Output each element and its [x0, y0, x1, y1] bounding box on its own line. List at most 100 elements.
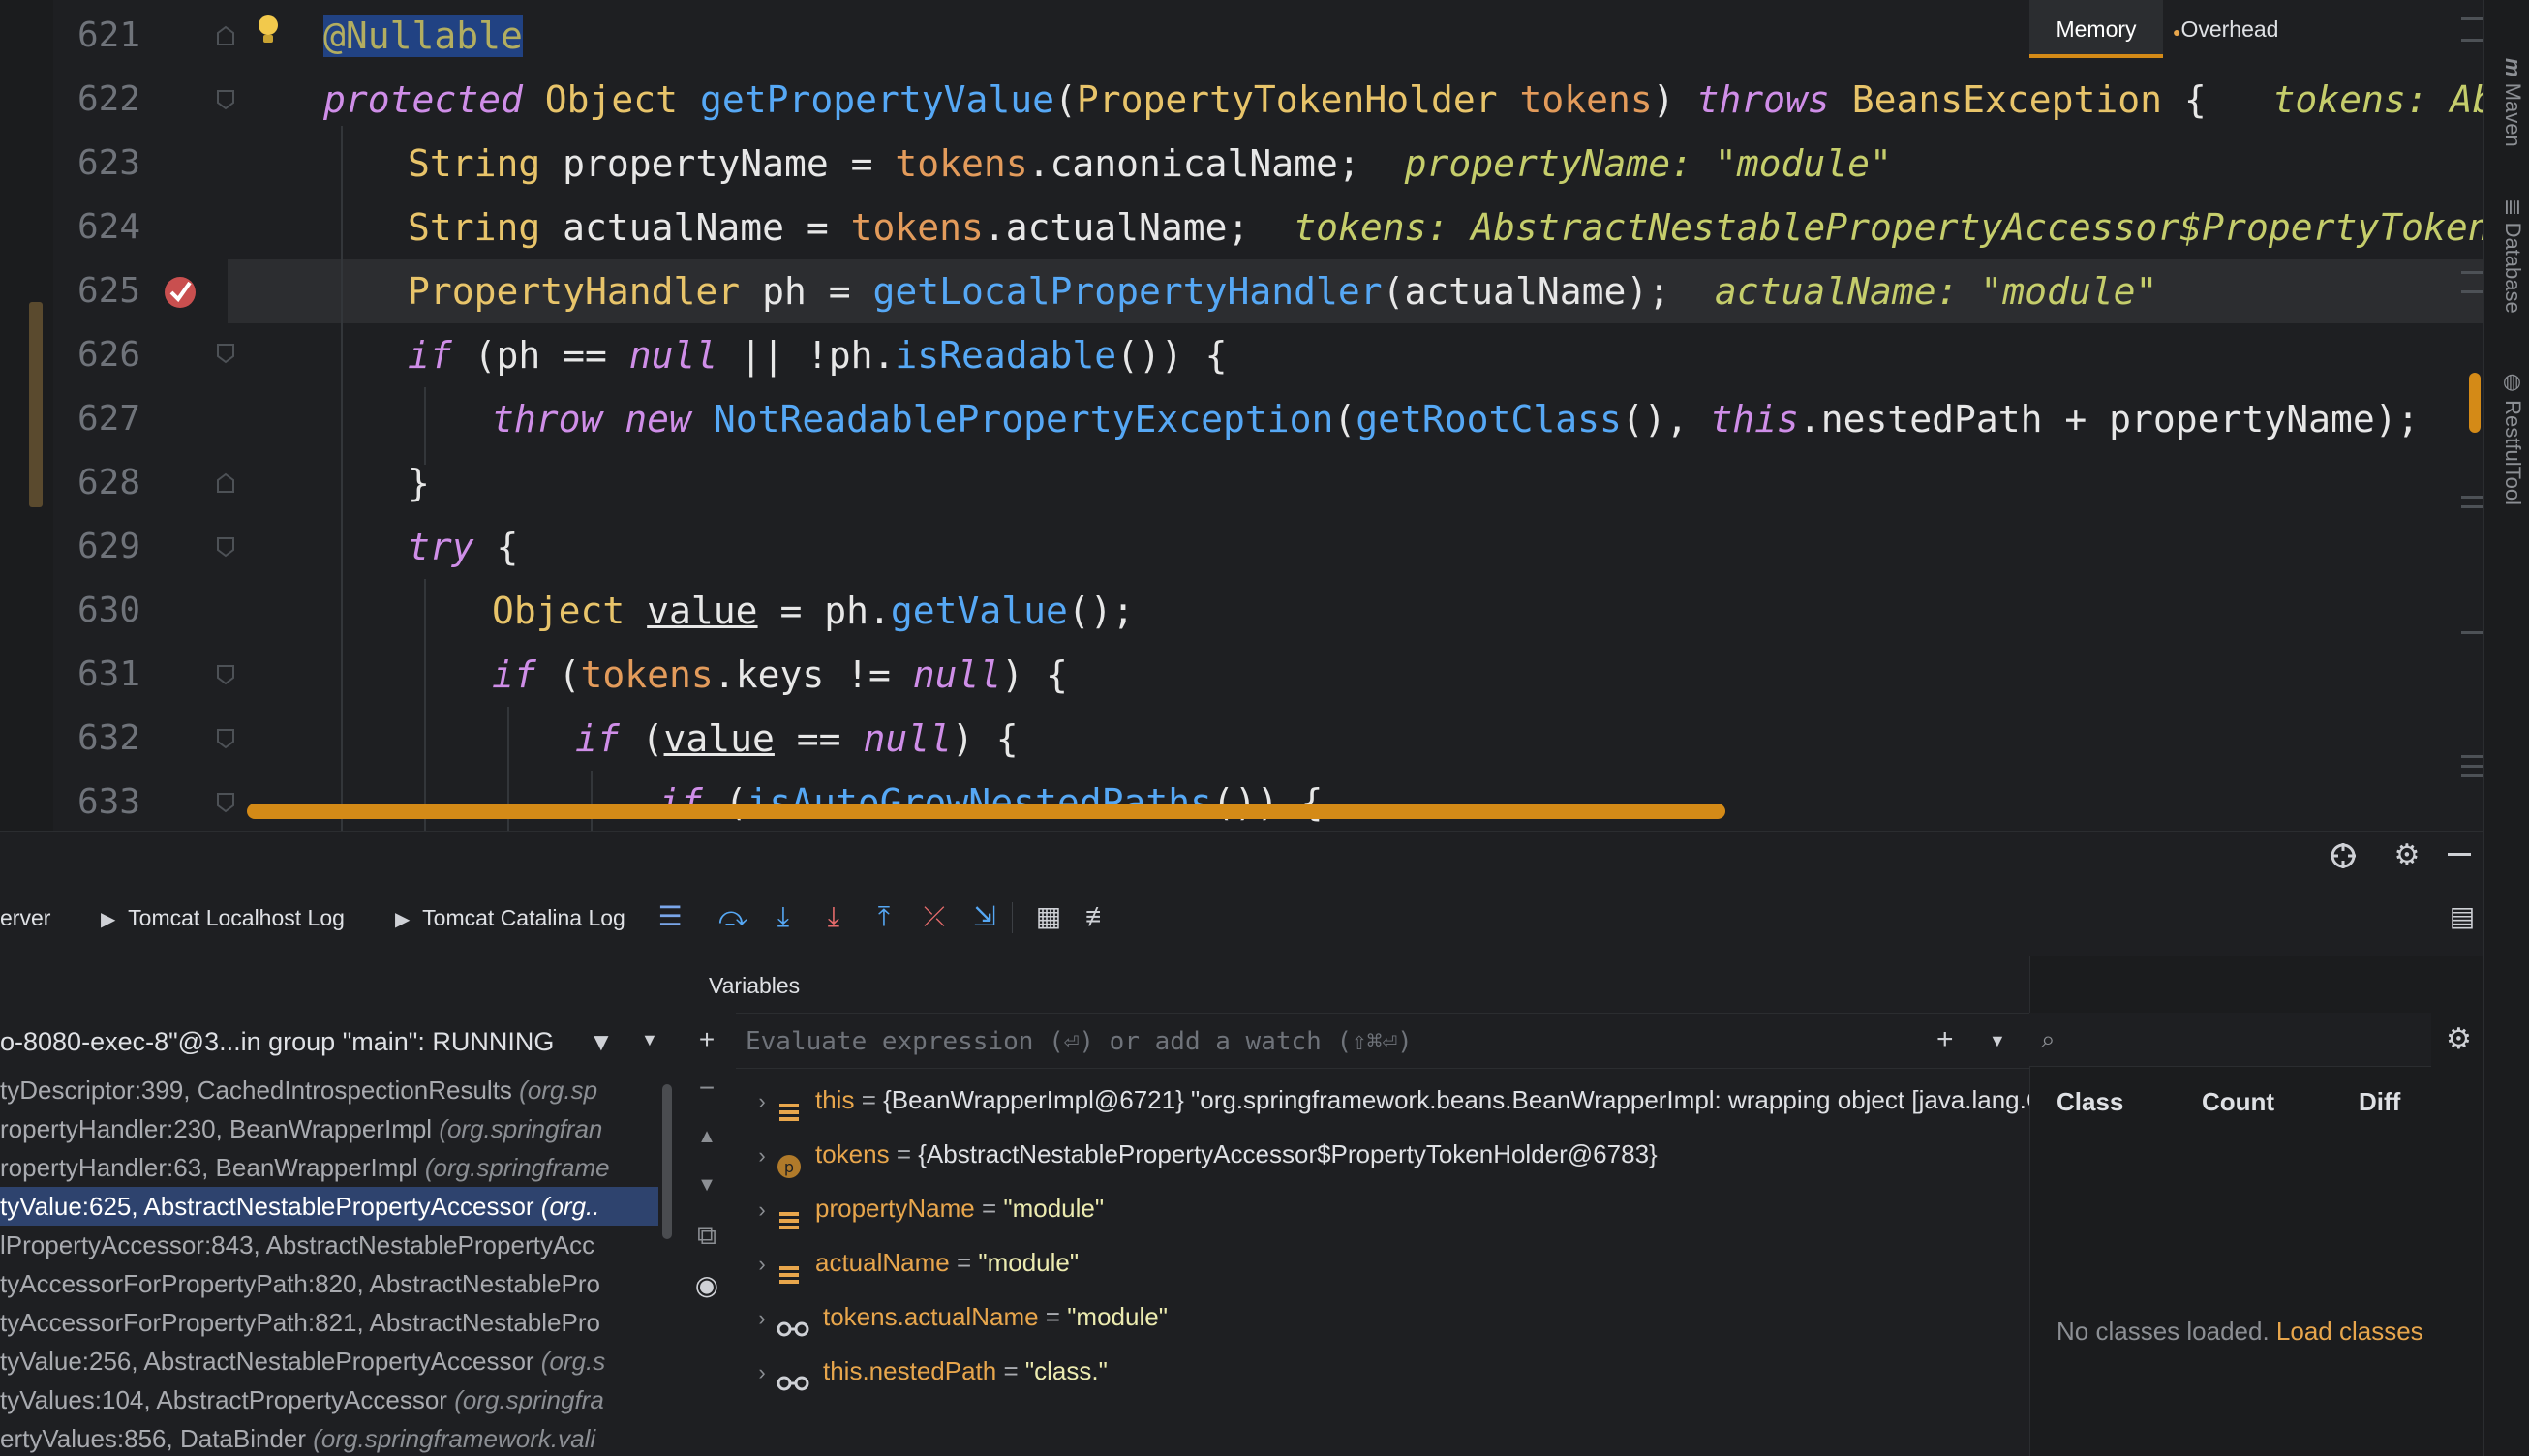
variable-value: {BeanWrapperImpl@6721} "org.springframew…	[883, 1085, 2029, 1114]
trace-stream-icon[interactable]: ≢	[1082, 900, 1115, 933]
tool-window-maven[interactable]: m Maven	[2488, 58, 2525, 165]
scroll-thumb[interactable]	[2469, 373, 2481, 433]
copy-icon[interactable]: ⧉	[689, 1218, 724, 1253]
tool-window-restfultool[interactable]: ◍ RestfulTool	[2488, 370, 2525, 515]
frames-scrollbar[interactable]	[662, 1084, 672, 1239]
lightbulb-icon[interactable]	[256, 14, 281, 46]
chevron-down-icon[interactable]: ▼	[641, 1030, 664, 1053]
force-step-into-icon[interactable]: ⤓	[817, 900, 850, 933]
keyword: null	[863, 717, 952, 760]
code-line-622[interactable]: protected Object getPropertyValue(Proper…	[323, 68, 2529, 132]
expand-arrow-icon[interactable]: ›	[747, 1129, 777, 1181]
chevron-down-icon[interactable]: ▼	[1989, 1031, 2010, 1052]
line-number: 621	[77, 15, 141, 55]
gear-icon[interactable]: ⚙	[2392, 840, 2422, 871]
move-down-icon[interactable]: ▼	[689, 1168, 724, 1202]
horizontal-scrollbar[interactable]	[247, 804, 1725, 819]
variable-row[interactable]: › this.nestedPath = "class."	[736, 1344, 2029, 1398]
code-line-632[interactable]: if (value == null) {	[575, 707, 1019, 771]
code-line-628[interactable]: }	[408, 451, 430, 515]
column-count[interactable]: Count	[2202, 1075, 2274, 1129]
add-watch-icon[interactable]: +	[1936, 1025, 1965, 1054]
tab-memory[interactable]: Memory	[2029, 0, 2163, 58]
evaluate-expression-input[interactable]: Evaluate expression (⏎) or add a watch (…	[736, 1013, 2029, 1069]
tool-window-database[interactable]: ≣ Database	[2488, 198, 2525, 339]
tab-tomcat-localhost-log[interactable]: ▶ Tomcat Localhost Log	[101, 879, 345, 956]
variable-row[interactable]: › actualName = "module"	[736, 1235, 2029, 1289]
fold-icon[interactable]	[215, 89, 236, 110]
step-out-icon[interactable]: ⤒	[868, 900, 900, 933]
stack-frame[interactable]: tyValues:104, AbstractPropertyAccessor (…	[0, 1380, 658, 1419]
evaluate-expression-icon[interactable]: ▦	[1032, 900, 1065, 933]
move-up-icon[interactable]: ▲	[689, 1119, 724, 1154]
fold-icon[interactable]	[215, 536, 236, 558]
minimize-icon[interactable]	[2448, 853, 2471, 856]
code-line-631[interactable]: if (tokens.keys != null) {	[492, 643, 1068, 707]
crosshair-icon[interactable]	[2329, 841, 2358, 870]
fold-end-icon[interactable]	[215, 25, 236, 46]
add-icon[interactable]: +	[689, 1022, 724, 1057]
fold-icon[interactable]	[215, 792, 236, 813]
stack-frame[interactable]: lPropertyAccessor:843, AbstractNestableP…	[0, 1226, 658, 1264]
code-line-623[interactable]: String propertyName = tokens.canonicalNa…	[408, 132, 1892, 196]
variable-row[interactable]: › p tokens = {AbstractNestablePropertyAcce…	[736, 1127, 2029, 1181]
code-line-626[interactable]: if (ph == null || !ph.isReadable()) {	[408, 323, 1228, 387]
code-text: = ph.	[757, 590, 891, 632]
code-line-633[interactable]: if (isAutoGrowNestedPaths()) {	[658, 771, 1323, 831]
code-line-630[interactable]: Object value = ph.getValue();	[492, 579, 1135, 643]
code-line-627[interactable]: throw new NotReadablePropertyException(g…	[492, 387, 2419, 451]
column-class[interactable]: Class	[2057, 1075, 2123, 1129]
thread-selector[interactable]: o-8080-exec-8"@3...in group "main": RUNN…	[0, 1013, 554, 1071]
expand-arrow-icon[interactable]: ›	[747, 1237, 777, 1289]
filter-icon[interactable]: ▼	[589, 1028, 616, 1055]
stack-frame[interactable]: ropertyHandler:230, BeanWrapperImpl (org…	[0, 1109, 658, 1148]
run-to-cursor-icon[interactable]: ⇲	[968, 900, 1001, 933]
step-into-icon[interactable]: ⤓	[767, 900, 800, 933]
load-classes-link[interactable]: Load classes	[2276, 1317, 2423, 1346]
stack-frame[interactable]: tyValue:256, AbstractNestablePropertyAcc…	[0, 1342, 658, 1380]
variable-row[interactable]: › tokens.actualName = "module"	[736, 1289, 2029, 1344]
stack-frame[interactable]: ropertyHandler:63, BeanWrapperImpl (org.…	[0, 1148, 658, 1187]
step-over-icon[interactable]: ⤼	[716, 900, 749, 933]
expand-arrow-icon[interactable]: ›	[747, 1291, 777, 1344]
code-line-629[interactable]: try {	[408, 515, 518, 579]
indent-guide	[591, 771, 593, 831]
breakpoint-icon[interactable]	[163, 275, 198, 310]
tab-overhead[interactable]: ●Overhead	[2173, 0, 2278, 58]
stack-frame-selected[interactable]: tyValue:625, AbstractNestablePropertyAcc…	[0, 1187, 658, 1226]
variable-row[interactable]: › this = {BeanWrapperImpl@6721} "org.spri…	[736, 1073, 2029, 1127]
layout-icon[interactable]: ▤	[2446, 900, 2479, 933]
keyword: null	[912, 653, 1002, 696]
tab-tomcat-catalina-log[interactable]: ▶ Tomcat Catalina Log	[395, 879, 625, 956]
variable-value: {AbstractNestablePropertyAccessor$Proper…	[918, 1139, 1658, 1168]
eye-icon[interactable]: ◉	[689, 1268, 724, 1303]
show-execution-point-icon[interactable]: ☰	[654, 900, 686, 933]
keyword: new	[625, 398, 691, 440]
fold-icon[interactable]	[215, 728, 236, 749]
variable-row[interactable]: › propertyName = "module"	[736, 1181, 2029, 1235]
stack-frame[interactable]: tyAccessorForPropertyPath:821, AbstractN…	[0, 1303, 658, 1342]
expand-arrow-icon[interactable]: ›	[747, 1346, 777, 1398]
code-editor[interactable]: 621 622 623 624 625 626 627 628 629 630 …	[0, 0, 2529, 831]
remove-icon[interactable]: −	[689, 1071, 724, 1106]
fold-icon[interactable]	[215, 343, 236, 364]
expand-arrow-icon[interactable]: ›	[747, 1183, 777, 1235]
code-line-621[interactable]: @Nullable	[323, 4, 523, 68]
fold-icon[interactable]	[215, 664, 236, 685]
column-diff[interactable]: Diff	[2359, 1075, 2400, 1129]
stack-frame[interactable]: tyAccessorForPropertyPath:820, AbstractN…	[0, 1264, 658, 1303]
gear-icon[interactable]: ⚙	[2446, 1024, 2477, 1055]
stack-frame[interactable]: ertyValues:856, DataBinder (org.springfr…	[0, 1419, 658, 1456]
expand-arrow-icon[interactable]: ›	[747, 1075, 777, 1127]
code-line-624[interactable]: String actualName = tokens.actualName; t…	[408, 196, 2529, 259]
stack-frame[interactable]: tyDescriptor:399, CachedIntrospectionRes…	[0, 1071, 658, 1109]
variable-name: tokens.actualName	[823, 1302, 1039, 1331]
keyword: if	[492, 653, 536, 696]
drop-frame-icon[interactable]: ⤫	[918, 900, 951, 933]
memory-search-input[interactable]: ⌕	[2029, 1013, 2431, 1067]
frame-package: (org.springframework.vali	[313, 1424, 596, 1453]
code-line-625[interactable]: PropertyHandler ph = getLocalPropertyHan…	[408, 259, 2157, 323]
fold-end-icon[interactable]	[215, 472, 236, 494]
tab-server[interactable]: erver	[0, 879, 50, 956]
thread-name: o-8080-exec-8"@3...in group "main": RUNN…	[0, 1027, 555, 1056]
